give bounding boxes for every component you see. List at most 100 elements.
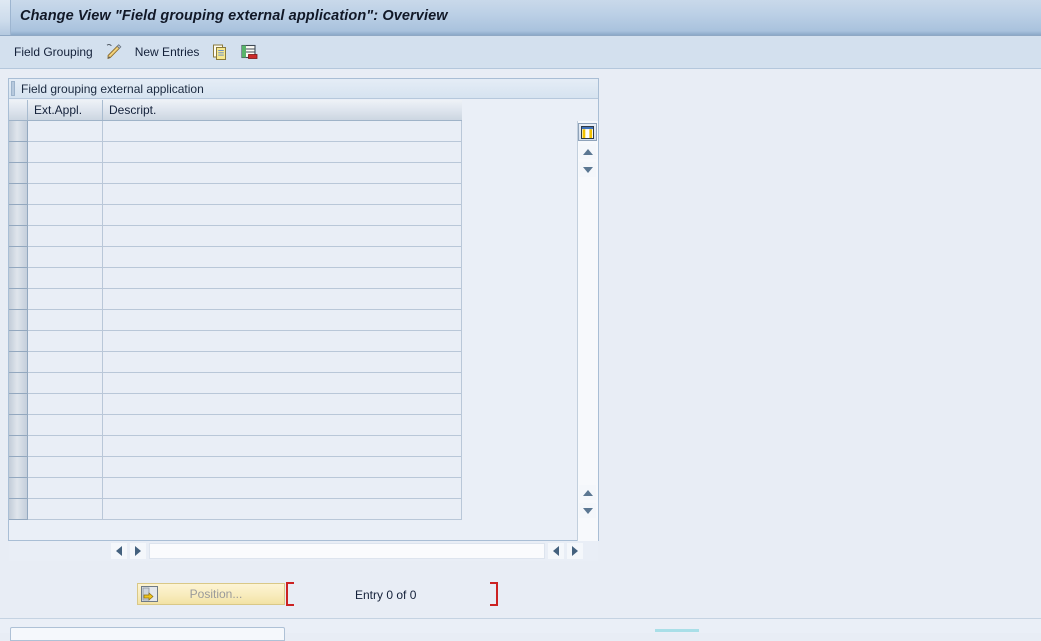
cell-ext-appl[interactable] (28, 394, 103, 415)
grid-column-header-row: Ext.Appl. Descript. (9, 100, 462, 121)
select-all-header-cell[interactable] (9, 100, 28, 120)
scroll-right-end-button[interactable] (567, 543, 583, 559)
delete-row-icon[interactable] (239, 42, 259, 62)
table-row[interactable] (9, 373, 462, 394)
cell-descript[interactable] (103, 268, 462, 289)
cell-ext-appl[interactable] (28, 436, 103, 457)
cell-descript[interactable] (103, 142, 462, 163)
cell-ext-appl[interactable] (28, 142, 103, 163)
cell-ext-appl[interactable] (28, 373, 103, 394)
table-row[interactable] (9, 478, 462, 499)
table-row[interactable] (9, 352, 462, 373)
row-selector-cell[interactable] (9, 310, 28, 331)
row-selector-cell[interactable] (9, 268, 28, 289)
table-row[interactable] (9, 499, 462, 520)
cell-descript[interactable] (103, 163, 462, 184)
cell-descript[interactable] (103, 205, 462, 226)
scroll-right-button[interactable] (130, 543, 146, 559)
cell-ext-appl[interactable] (28, 121, 103, 142)
table-row[interactable] (9, 226, 462, 247)
cell-ext-appl[interactable] (28, 457, 103, 478)
row-selector-cell[interactable] (9, 226, 28, 247)
cell-descript[interactable] (103, 436, 462, 457)
cell-descript[interactable] (103, 499, 462, 520)
cell-ext-appl[interactable] (28, 184, 103, 205)
row-selector-cell[interactable] (9, 373, 28, 394)
table-row[interactable] (9, 310, 462, 331)
row-selector-cell[interactable] (9, 205, 28, 226)
cell-ext-appl[interactable] (28, 163, 103, 184)
field-grouping-button[interactable]: Field Grouping (12, 43, 95, 61)
row-selector-cell[interactable] (9, 184, 28, 205)
position-button[interactable]: Position... (137, 583, 285, 605)
cell-ext-appl[interactable] (28, 499, 103, 520)
column-header-ext-appl[interactable]: Ext.Appl. (28, 100, 103, 120)
table-row[interactable] (9, 268, 462, 289)
triangle-right-icon (572, 546, 578, 556)
triangle-left-icon (116, 546, 122, 556)
cell-ext-appl[interactable] (28, 247, 103, 268)
table-row[interactable] (9, 289, 462, 310)
status-bar-message-field[interactable] (10, 627, 285, 641)
row-selector-cell[interactable] (9, 436, 28, 457)
scroll-page-down-button[interactable] (579, 503, 596, 518)
row-selector-cell[interactable] (9, 289, 28, 310)
row-selector-cell[interactable] (9, 415, 28, 436)
cell-descript[interactable] (103, 247, 462, 268)
copy-icon[interactable] (210, 42, 230, 62)
row-selector-cell[interactable] (9, 142, 28, 163)
cell-descript[interactable] (103, 478, 462, 499)
row-selector-cell[interactable] (9, 394, 28, 415)
table-row[interactable] (9, 331, 462, 352)
cell-ext-appl[interactable] (28, 289, 103, 310)
cell-descript[interactable] (103, 394, 462, 415)
row-selector-cell[interactable] (9, 457, 28, 478)
scroll-left-button[interactable] (111, 543, 127, 559)
pencil-icon[interactable] (104, 42, 124, 62)
cell-descript[interactable] (103, 352, 462, 373)
row-selector-cell[interactable] (9, 352, 28, 373)
table-settings-icon[interactable] (578, 123, 597, 141)
cell-ext-appl[interactable] (28, 352, 103, 373)
row-selector-cell[interactable] (9, 121, 28, 142)
scroll-page-up-button[interactable] (579, 485, 596, 500)
table-row[interactable] (9, 163, 462, 184)
cell-ext-appl[interactable] (28, 268, 103, 289)
column-header-descript[interactable]: Descript. (103, 100, 462, 120)
cell-descript[interactable] (103, 184, 462, 205)
scroll-up-button[interactable] (579, 144, 596, 159)
table-row[interactable] (9, 205, 462, 226)
cell-descript[interactable] (103, 457, 462, 478)
horizontal-scroll-track[interactable] (149, 543, 545, 559)
new-entries-button[interactable]: New Entries (133, 43, 202, 61)
cell-ext-appl[interactable] (28, 331, 103, 352)
cell-ext-appl[interactable] (28, 415, 103, 436)
table-row[interactable] (9, 436, 462, 457)
cell-ext-appl[interactable] (28, 478, 103, 499)
cell-ext-appl[interactable] (28, 310, 103, 331)
row-selector-cell[interactable] (9, 331, 28, 352)
table-row[interactable] (9, 457, 462, 478)
row-selector-cell[interactable] (9, 163, 28, 184)
cell-descript[interactable] (103, 121, 462, 142)
cell-ext-appl[interactable] (28, 205, 103, 226)
row-selector-cell[interactable] (9, 247, 28, 268)
table-row[interactable] (9, 184, 462, 205)
table-row[interactable] (9, 142, 462, 163)
cell-descript[interactable] (103, 331, 462, 352)
cell-descript[interactable] (103, 415, 462, 436)
scroll-left-end-button[interactable] (548, 543, 564, 559)
cell-descript[interactable] (103, 310, 462, 331)
cell-descript[interactable] (103, 226, 462, 247)
cell-descript[interactable] (103, 373, 462, 394)
table-row[interactable] (9, 415, 462, 436)
row-selector-cell[interactable] (9, 478, 28, 499)
scroll-down-button[interactable] (579, 162, 596, 177)
entries-grid: Ext.Appl. Descript. (9, 100, 598, 561)
row-selector-cell[interactable] (9, 499, 28, 520)
table-row[interactable] (9, 121, 462, 142)
table-row[interactable] (9, 247, 462, 268)
cell-descript[interactable] (103, 289, 462, 310)
cell-ext-appl[interactable] (28, 226, 103, 247)
table-row[interactable] (9, 394, 462, 415)
